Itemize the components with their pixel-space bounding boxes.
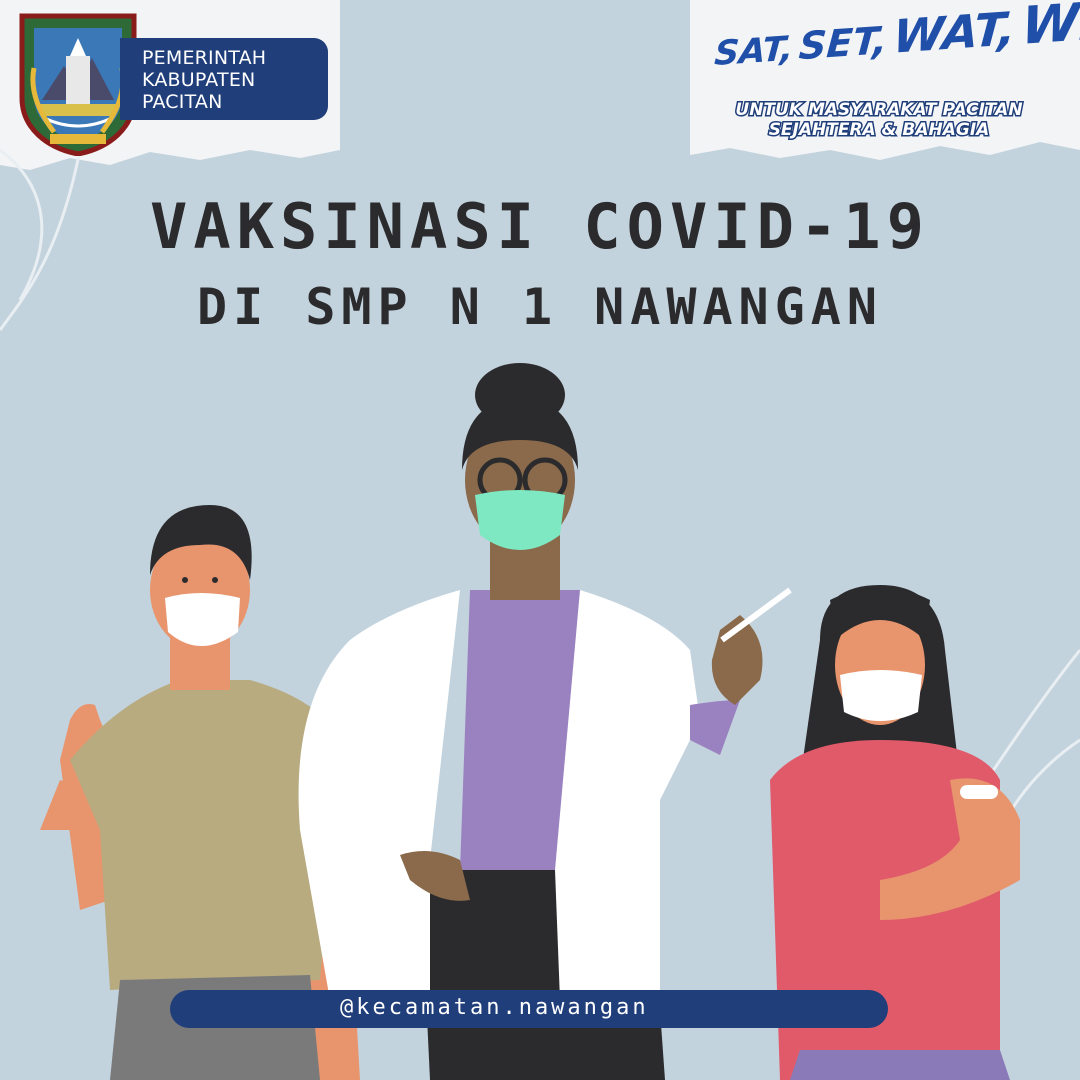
vaccination-illustration: [40, 363, 1020, 1080]
government-line-1: PEMERINTAH: [142, 47, 267, 69]
social-handle-text: @kecamatan.nawangan: [340, 995, 649, 1020]
slogan-word-4: WET: [1019, 0, 1080, 57]
doctor-figure: [298, 363, 792, 1080]
slogan-word-3: WAT,: [891, 1, 1018, 64]
headline-location: DI SMP N 1 NAWANGAN: [197, 278, 883, 336]
slogan-word-1: SAT,: [713, 28, 795, 75]
government-line-2: KABUPATEN: [142, 69, 256, 91]
government-line-3: PACITAN: [142, 91, 223, 113]
social-handle-banner: @kecamatan.nawangan: [170, 990, 888, 1028]
slogan-line-1: UNTUK MASYARAKAT PACITAN: [734, 99, 1024, 122]
headline-title: VAKSINASI COVID-19: [150, 190, 930, 263]
government-label: PEMERINTAH KABUPATEN PACITAN: [120, 38, 328, 120]
slogan-line-2: SEJAHTERA & BAHAGIA: [767, 119, 991, 142]
slogan-word-2: SET,: [797, 18, 889, 69]
slogan-subtitle: UNTUK MASYARAKAT PACITAN SEJAHTERA & BAH…: [704, 99, 1054, 142]
